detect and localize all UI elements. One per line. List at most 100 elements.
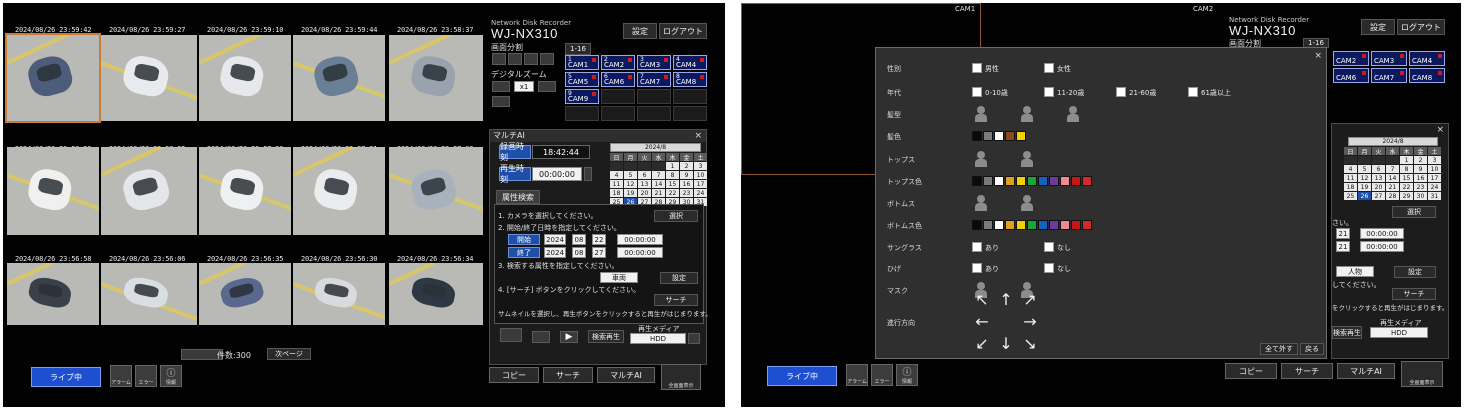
- end-day[interactable]: 21: [1336, 241, 1350, 252]
- split-4-button[interactable]: [508, 53, 522, 65]
- select-camera-button[interactable]: 選択: [654, 210, 698, 222]
- close-icon[interactable]: ×: [694, 130, 702, 142]
- tops-color-swatch[interactable]: [1082, 176, 1092, 186]
- calendar-day[interactable]: 21: [1386, 183, 1399, 191]
- dialog-close-icon[interactable]: ×: [1314, 50, 1322, 62]
- calendar-day[interactable]: 6: [638, 171, 651, 179]
- play-time-stepper[interactable]: [584, 167, 592, 181]
- bottoms-icon[interactable]: [974, 195, 988, 211]
- detect-play-button[interactable]: 検索再生: [588, 330, 624, 343]
- end-time[interactable]: 00:00:00: [1360, 241, 1404, 252]
- arrow-up-left-icon[interactable]: ↖: [974, 292, 990, 308]
- bottoms-color-swatch[interactable]: [994, 220, 1004, 230]
- age-option-checkbox[interactable]: [1116, 87, 1126, 97]
- thumbnail-image[interactable]: [389, 147, 483, 235]
- calendar-day[interactable]: 14: [652, 180, 665, 188]
- calendar-day[interactable]: 17: [694, 180, 707, 188]
- calendar-day[interactable]: 25: [1344, 192, 1357, 200]
- error-button[interactable]: エラー: [135, 365, 157, 387]
- arrow-up-icon[interactable]: ↑: [998, 292, 1014, 308]
- camera-cell[interactable]: 8 CAM8: [673, 72, 707, 87]
- select-camera-button[interactable]: 選択: [1392, 206, 1436, 218]
- calendar-day[interactable]: 8: [1400, 165, 1413, 173]
- calendar-day[interactable]: 9: [680, 171, 693, 179]
- camera-cell[interactable]: CAM3: [1371, 51, 1407, 66]
- calendar-day[interactable]: 23: [1414, 183, 1427, 191]
- hair-color-swatch[interactable]: [1016, 131, 1026, 141]
- calendar-day[interactable]: 12: [1358, 174, 1371, 182]
- tops-color-swatch[interactable]: [1071, 176, 1081, 186]
- calendar-day[interactable]: 1: [1400, 156, 1413, 164]
- calendar-day[interactable]: 23: [680, 189, 693, 197]
- camera-icon[interactable]: [500, 328, 522, 342]
- camera-cell[interactable]: CAM7: [1371, 68, 1407, 83]
- tops-color-swatch[interactable]: [1016, 176, 1026, 186]
- camera-cell-empty[interactable]: [565, 106, 599, 121]
- pause-button[interactable]: [532, 331, 550, 343]
- hair-color-swatch[interactable]: [994, 131, 1004, 141]
- camera-cell[interactable]: 6 CAM6: [601, 72, 635, 87]
- calendar-day[interactable]: 29: [1400, 192, 1413, 200]
- gender-option-checkbox[interactable]: [1044, 63, 1054, 73]
- calendar-day[interactable]: 7: [1386, 165, 1399, 173]
- calendar-day[interactable]: 17: [1428, 174, 1441, 182]
- media-select[interactable]: HDD: [1370, 327, 1428, 338]
- hairstyle-icon[interactable]: [974, 106, 988, 122]
- error-button[interactable]: エラー: [871, 364, 893, 386]
- tops-color-swatch[interactable]: [1049, 176, 1059, 186]
- thumbnail-image[interactable]: [5, 33, 101, 123]
- thumbnail-image[interactable]: [7, 263, 99, 325]
- bottoms-color-swatch[interactable]: [1016, 220, 1026, 230]
- calendar-day[interactable]: 16: [1414, 174, 1427, 182]
- calendar-day[interactable]: 3: [694, 162, 707, 170]
- calendar-day[interactable]: 31: [1428, 192, 1441, 200]
- zoom-reset-button[interactable]: [492, 96, 510, 107]
- calendar-day[interactable]: 30: [1414, 192, 1427, 200]
- calendar-day[interactable]: 6: [1372, 165, 1385, 173]
- camera-cell[interactable]: 2 CAM2: [601, 55, 635, 70]
- bottoms-color-swatch[interactable]: [1071, 220, 1081, 230]
- settings-button[interactable]: 設定: [1361, 19, 1395, 35]
- alarm-button[interactable]: アラーム: [846, 364, 868, 386]
- calendar-day[interactable]: 18: [610, 189, 623, 197]
- zoom-out-button[interactable]: [492, 81, 510, 92]
- calendar-day[interactable]: 28: [1386, 192, 1399, 200]
- calendar-day[interactable]: 19: [624, 189, 637, 197]
- bottoms-color-swatch[interactable]: [1005, 220, 1015, 230]
- arrow-down-left-icon[interactable]: ↙: [974, 336, 990, 352]
- start-year[interactable]: 2024: [544, 234, 566, 245]
- calendar-day[interactable]: 18: [1344, 183, 1357, 191]
- bottoms-color-swatch[interactable]: [983, 220, 993, 230]
- clear-all-button[interactable]: 全て外す: [1260, 343, 1298, 355]
- calendar-day[interactable]: 3: [1428, 156, 1441, 164]
- calendar-day[interactable]: 11: [1344, 174, 1357, 182]
- search-button[interactable]: サーチ: [1392, 288, 1436, 300]
- settings-button[interactable]: 設定: [623, 23, 657, 39]
- beard-option-checkbox[interactable]: [972, 263, 982, 273]
- calendar-nav[interactable]: 2024/8: [1348, 137, 1438, 146]
- calendar-day[interactable]: 1: [666, 162, 679, 170]
- calendar-day[interactable]: 24: [1428, 183, 1441, 191]
- camera-cell[interactable]: 4 CAM4: [673, 55, 707, 70]
- zoom-in-button[interactable]: [538, 81, 556, 92]
- calendar-day[interactable]: 13: [638, 180, 651, 188]
- thumbnail-image[interactable]: [7, 147, 99, 235]
- calendar-day[interactable]: 10: [694, 171, 707, 179]
- search-footer-button[interactable]: サーチ: [1281, 363, 1333, 379]
- thumbnail-image[interactable]: [389, 263, 483, 325]
- calendar-day[interactable]: 15: [666, 180, 679, 188]
- calendar-day[interactable]: 22: [1400, 183, 1413, 191]
- play-icon[interactable]: ▶: [560, 331, 578, 343]
- copy-button[interactable]: コピー: [489, 367, 539, 383]
- end-month[interactable]: 08: [572, 247, 586, 258]
- calendar-day[interactable]: 2: [680, 162, 693, 170]
- end-day[interactable]: 27: [592, 247, 606, 258]
- end-year[interactable]: 2024: [544, 247, 566, 258]
- sunglasses-option-checkbox[interactable]: [972, 242, 982, 252]
- arrow-left-icon[interactable]: ←: [974, 314, 990, 330]
- age-option-checkbox[interactable]: [1188, 87, 1198, 97]
- end-time[interactable]: 00:00:00: [617, 247, 663, 258]
- thumbnail-image[interactable]: [101, 263, 197, 325]
- close-icon[interactable]: ×: [1436, 124, 1444, 136]
- calendar-day[interactable]: 7: [652, 171, 665, 179]
